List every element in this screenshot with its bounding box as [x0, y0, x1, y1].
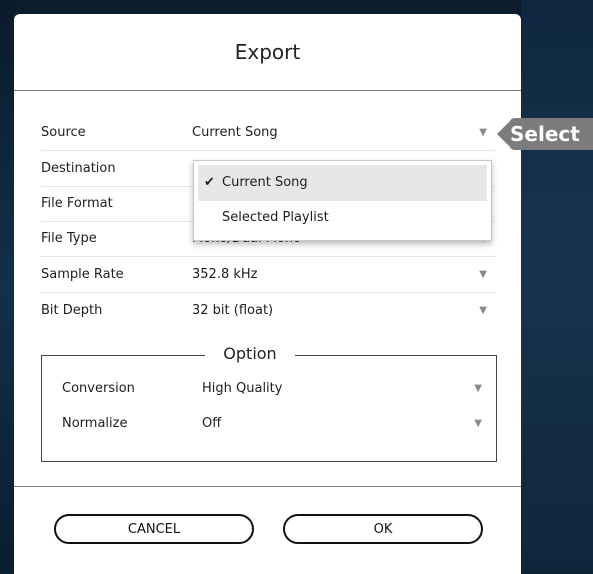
setting-label: File Format: [41, 196, 113, 211]
setting-row-bit-depth[interactable]: Bit Depth 32 bit (float) ▼: [41, 293, 495, 328]
footer-separator: [14, 486, 521, 487]
option-value[interactable]: Off: [202, 406, 221, 442]
source-dropdown-menu: ✔ Current Song Selected Playlist: [193, 160, 492, 241]
background-right: [521, 0, 593, 570]
option-label: Normalize: [62, 416, 128, 431]
option-row-normalize[interactable]: Normalize Off ▼: [62, 406, 482, 442]
select-callout: Select: [497, 118, 593, 150]
option-label: Conversion: [62, 381, 135, 396]
option-row-conversion[interactable]: Conversion High Quality ▼: [62, 371, 482, 407]
chevron-down-icon[interactable]: ▼: [479, 115, 487, 150]
option-value[interactable]: High Quality: [202, 371, 282, 407]
background-top: [0, 0, 593, 14]
setting-label: Source: [41, 125, 86, 140]
setting-label: Bit Depth: [41, 303, 103, 318]
setting-row-sample-rate[interactable]: Sample Rate 352.8 kHz ▼: [41, 257, 495, 293]
setting-value[interactable]: 32 bit (float): [192, 293, 273, 328]
export-dialog: Export Source Current Song ▼ Destination…: [14, 14, 521, 574]
chevron-down-icon[interactable]: ▼: [479, 293, 487, 328]
checkmark-icon: ✔: [204, 175, 215, 190]
callout-label: Select: [509, 118, 593, 150]
chevron-down-icon[interactable]: ▼: [479, 257, 487, 292]
ok-button[interactable]: OK: [283, 514, 483, 544]
cancel-button[interactable]: CANCEL: [54, 514, 254, 544]
background-left: [0, 0, 14, 570]
dropdown-item-label: Selected Playlist: [222, 210, 329, 225]
dropdown-item-label: Current Song: [222, 175, 308, 190]
chevron-down-icon[interactable]: ▼: [474, 406, 482, 442]
setting-label: File Type: [41, 231, 97, 246]
dropdown-item-current-song[interactable]: ✔ Current Song: [198, 165, 487, 201]
option-group-title: Option: [205, 343, 295, 365]
setting-label: Sample Rate: [41, 267, 124, 282]
callout-arrow-icon: [497, 122, 509, 146]
setting-value[interactable]: Current Song: [192, 115, 278, 150]
dialog-title: Export: [234, 40, 301, 64]
setting-label: Destination: [41, 161, 116, 176]
chevron-down-icon[interactable]: ▼: [474, 371, 482, 407]
setting-row-source[interactable]: Source Current Song ▼: [41, 115, 495, 151]
title-separator: [14, 90, 521, 91]
setting-value[interactable]: 352.8 kHz: [192, 257, 257, 292]
dropdown-item-selected-playlist[interactable]: Selected Playlist: [198, 200, 487, 236]
